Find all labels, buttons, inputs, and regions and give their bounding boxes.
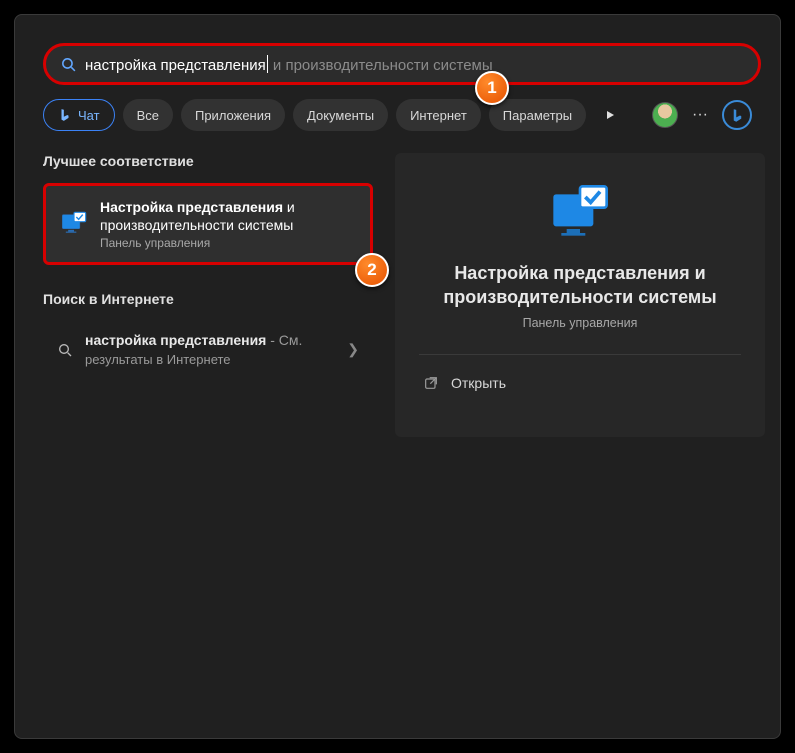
best-match-text: Настройка представления и производительн… (100, 198, 295, 250)
open-external-icon (423, 375, 439, 391)
filter-apps[interactable]: Приложения (181, 99, 285, 131)
bing-b-icon (58, 108, 72, 122)
filter-all[interactable]: Все (123, 99, 173, 131)
preview-subtitle: Панель управления (419, 316, 741, 330)
performance-options-icon (548, 181, 612, 245)
preview-pane: Настройка представления и производительн… (395, 153, 765, 437)
best-match-header: Лучшее соответствие (43, 153, 373, 169)
bing-b-icon (730, 108, 745, 123)
open-action[interactable]: Открыть (419, 369, 741, 397)
search-icon (57, 342, 73, 358)
best-match-item[interactable]: Настройка представления и производительн… (43, 183, 373, 265)
web-item-text: настройка представления - См. результаты… (85, 331, 335, 368)
web-search-item[interactable]: настройка представления - См. результаты… (43, 321, 373, 378)
annotation-badge-1: 1 (475, 71, 509, 105)
more-menu[interactable]: ··· (686, 106, 714, 124)
search-window: настройка представления и производительн… (14, 14, 781, 739)
performance-options-icon (60, 210, 88, 238)
filter-web[interactable]: Интернет (396, 99, 481, 131)
results-left-column: Лучшее соответствие Настройка представле… (43, 153, 373, 378)
filter-row: Чат Все Приложения Документы Интернет Па… (43, 99, 752, 131)
filter-docs[interactable]: Документы (293, 99, 388, 131)
search-input[interactable]: настройка представления и производительн… (43, 43, 761, 85)
play-icon (604, 109, 616, 121)
filter-settings[interactable]: Параметры (489, 99, 586, 131)
web-search-header: Поиск в Интернете (43, 291, 373, 307)
search-text: настройка представления и производительн… (85, 55, 493, 74)
chevron-right-icon: ❯ (347, 341, 359, 358)
user-avatar[interactable] (652, 102, 678, 128)
annotation-badge-2: 2 (355, 253, 389, 287)
filter-play[interactable] (594, 99, 626, 131)
bing-chat-button[interactable] (722, 100, 752, 130)
search-icon (60, 56, 77, 73)
preview-title: Настройка представления и производительн… (419, 261, 741, 310)
filter-chat[interactable]: Чат (43, 99, 115, 131)
divider (419, 354, 741, 355)
